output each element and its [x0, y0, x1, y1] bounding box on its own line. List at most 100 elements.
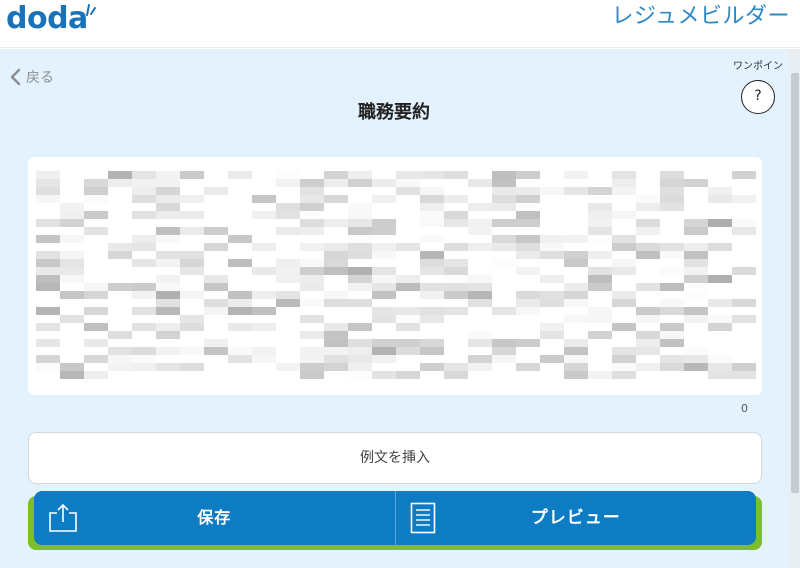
blur-cell — [60, 211, 84, 219]
blur-cell — [156, 203, 180, 211]
blur-cell — [108, 283, 132, 291]
scrollbar-thumb[interactable] — [791, 73, 799, 493]
blur-cell — [300, 363, 324, 371]
blur-cell — [324, 331, 348, 339]
blur-cell — [372, 315, 396, 323]
blur-cell — [180, 171, 204, 179]
blur-cell — [156, 179, 180, 187]
blur-cell — [372, 267, 396, 275]
blur-cell — [732, 315, 756, 323]
blur-cell — [708, 323, 732, 331]
blur-cell — [732, 371, 756, 379]
blur-cell — [60, 235, 84, 243]
blur-cell — [420, 267, 444, 275]
preview-button[interactable]: プレビュー — [394, 491, 757, 545]
page-title: 職務要約 — [358, 102, 430, 123]
blur-cell — [156, 259, 180, 267]
blur-cell — [324, 355, 348, 363]
blur-cell — [540, 323, 564, 331]
blur-cell — [564, 339, 588, 347]
blur-cell — [564, 187, 588, 195]
blur-cell — [468, 299, 492, 307]
blur-cell — [372, 355, 396, 363]
blur-cell — [132, 355, 156, 363]
blur-cell — [612, 355, 636, 363]
blur-cell — [36, 219, 60, 227]
blur-cell — [84, 339, 108, 347]
blur-cell — [396, 339, 420, 347]
blur-cell — [636, 203, 660, 211]
scrollbar[interactable] — [788, 49, 800, 568]
blur-cell — [36, 323, 60, 331]
insert-example-button[interactable]: 例文を挿入 — [28, 432, 762, 484]
blur-cell — [156, 347, 180, 355]
action-bar-highlight: 保存 プレビュー — [28, 491, 762, 550]
blur-cell — [276, 227, 300, 235]
blur-cell — [180, 291, 204, 299]
blur-cell — [252, 347, 276, 355]
blur-cell — [252, 211, 276, 219]
blur-cell — [84, 323, 108, 331]
blur-cell — [132, 179, 156, 187]
blur-cell — [348, 251, 372, 259]
blur-cell — [204, 187, 228, 195]
blur-cell — [348, 211, 372, 219]
blur-cell — [36, 259, 60, 267]
blur-cell — [108, 331, 132, 339]
blur-cell — [468, 179, 492, 187]
blur-cell — [420, 339, 444, 347]
blur-cell — [228, 323, 252, 331]
summary-textarea[interactable] — [28, 157, 762, 395]
blur-cell — [516, 187, 540, 195]
app-title: レジュメビルダー — [611, 4, 790, 29]
blur-cell — [708, 195, 732, 203]
chevron-left-icon — [10, 68, 21, 86]
blur-cell — [204, 227, 228, 235]
save-button[interactable]: 保存 — [34, 491, 395, 545]
back-label: 戻る — [26, 70, 54, 86]
blur-cell — [444, 243, 468, 251]
blur-cell — [372, 307, 396, 315]
blur-cell — [660, 203, 684, 211]
blur-cell — [132, 363, 156, 371]
blur-cell — [228, 259, 252, 267]
blur-cell — [492, 339, 516, 347]
blur-cell — [156, 331, 180, 339]
blur-cell — [84, 187, 108, 195]
blur-cell — [84, 291, 108, 299]
blur-cell — [228, 299, 252, 307]
blur-cell — [372, 219, 396, 227]
blur-cell — [132, 323, 156, 331]
blur-cell — [540, 275, 564, 283]
blur-cell — [156, 195, 180, 203]
blur-cell — [204, 283, 228, 291]
blur-cell — [612, 371, 636, 379]
blur-cell — [468, 203, 492, 211]
blur-cell — [372, 283, 396, 291]
blur-cell — [540, 187, 564, 195]
blur-cell — [492, 355, 516, 363]
blur-cell — [684, 179, 708, 187]
blur-cell — [444, 291, 468, 299]
blur-cell — [612, 243, 636, 251]
blur-cell — [444, 275, 468, 283]
blur-cell — [60, 371, 84, 379]
blur-cell — [204, 275, 228, 283]
blur-cell — [492, 347, 516, 355]
blur-cell — [108, 347, 132, 355]
blur-cell — [732, 267, 756, 275]
blur-cell — [732, 219, 756, 227]
blur-cell — [588, 235, 612, 243]
blur-cell — [180, 315, 204, 323]
blur-cell — [132, 243, 156, 251]
blur-cell — [660, 267, 684, 275]
preview-label: プレビュー — [530, 508, 621, 528]
doda-logo[interactable]: doda — [6, 2, 88, 36]
back-link[interactable]: 戻る — [8, 67, 54, 87]
blur-cell — [492, 195, 516, 203]
blur-cell — [132, 283, 156, 291]
blur-cell — [252, 291, 276, 299]
blur-cell — [108, 363, 132, 371]
blur-cell — [132, 307, 156, 315]
blur-cell — [180, 195, 204, 203]
